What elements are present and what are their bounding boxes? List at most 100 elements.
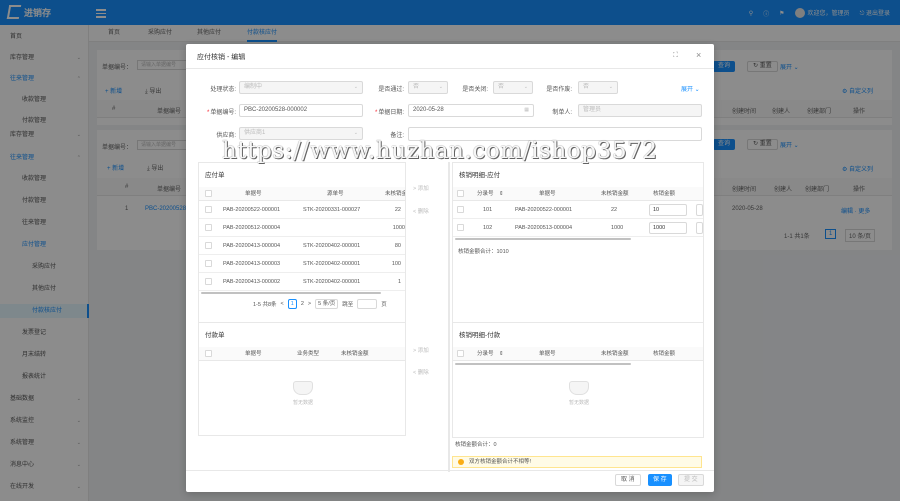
table-row[interactable]: PAB-20200512-000004 1000 bbox=[199, 219, 405, 237]
approved-label: 是否通过: bbox=[378, 87, 404, 93]
pager-page-1[interactable]: 1 bbox=[287, 299, 297, 309]
add-to-detail-button[interactable]: > 添加 bbox=[413, 184, 429, 192]
warning-text: 双方核销金额合计不相等! bbox=[469, 459, 532, 465]
row-checkbox[interactable] bbox=[205, 206, 212, 213]
table-cell: 102 bbox=[483, 225, 493, 231]
pager-prev[interactable]: < bbox=[281, 301, 284, 307]
select-all-checkbox[interactable] bbox=[457, 190, 464, 197]
billdate-label: *单据日期: bbox=[374, 110, 404, 116]
horizontal-scrollbar[interactable] bbox=[455, 238, 631, 240]
approved-select[interactable]: 否 ⌄ bbox=[408, 81, 448, 94]
remove-from-detail-button[interactable]: < 删除 bbox=[413, 207, 429, 215]
cancel-button[interactable]: 取 消 bbox=[615, 474, 641, 486]
row-checkbox[interactable] bbox=[205, 224, 212, 231]
billno-input[interactable]: PBC-20200528-000002 bbox=[239, 104, 363, 117]
billno-label: *单据编号: bbox=[206, 110, 236, 116]
empty-state: 暂无数据 bbox=[279, 381, 327, 406]
status-label: 处理状态: bbox=[210, 87, 236, 93]
table-cell: PAB-20200413-000004 bbox=[223, 243, 281, 249]
chevron-down-icon: ⌄ bbox=[438, 84, 443, 90]
divider bbox=[186, 68, 714, 69]
column-header: 单据号 bbox=[245, 351, 262, 357]
horizontal-scrollbar[interactable] bbox=[201, 292, 381, 294]
submit-button[interactable]: 提 交 bbox=[678, 474, 704, 486]
status-select[interactable]: 编制中 ⌄ bbox=[239, 81, 363, 94]
remove-payment-button[interactable]: < 删除 bbox=[413, 368, 429, 376]
column-header: 分录号 bbox=[477, 191, 494, 197]
pager-size-select[interactable]: 5 条/页 bbox=[315, 299, 339, 309]
table-row[interactable]: PAB-20200522-000001 STK-20200331-000027 … bbox=[199, 201, 405, 219]
column-header: 未核销金额 bbox=[601, 351, 629, 357]
table-cell: STK-20200402-000001 bbox=[303, 261, 361, 267]
fullscreen-icon[interactable]: ⛶ bbox=[673, 52, 678, 60]
pager-next[interactable]: > bbox=[308, 301, 311, 307]
table-header: 单据号 业务类型 未核销金额 bbox=[199, 347, 405, 361]
column-header: 未核销金额 bbox=[601, 191, 629, 197]
chevron-down-icon: ⌄ bbox=[353, 84, 358, 90]
expand-link[interactable]: 展开 ⌄ bbox=[681, 84, 700, 93]
column-header: 未核销金 bbox=[385, 191, 405, 197]
verify-amount-input[interactable]: 1000 bbox=[649, 222, 687, 234]
table-header: 分录号 ⇕ 单据号 未核销金额 核销金额 bbox=[453, 347, 703, 361]
table-header: 单据号 源单号 未核销金 bbox=[199, 187, 405, 201]
closed-label: 是否关闭: bbox=[462, 87, 488, 93]
payable-panel: 应付单 单据号 源单号 未核销金 PAB-20200522-000001 STK… bbox=[198, 162, 406, 332]
empty-box-icon bbox=[569, 381, 589, 395]
table-row[interactable]: 102 PAB-20200513-000004 1000 1000 bbox=[453, 219, 703, 237]
row-checkbox[interactable] bbox=[457, 206, 464, 213]
column-header: 未核销金额 bbox=[341, 351, 369, 357]
select-all-checkbox[interactable] bbox=[205, 190, 212, 197]
table-cell: 80 bbox=[394, 243, 401, 249]
table-cell: PAB-20200413-000002 bbox=[223, 279, 281, 285]
verify-amount-input[interactable]: 10 bbox=[649, 204, 687, 216]
table-cell: 100 bbox=[391, 261, 401, 267]
extra-input[interactable] bbox=[696, 204, 703, 216]
billdate-picker[interactable]: 2020-05-28 ▦ bbox=[408, 104, 534, 117]
column-header: 核销金额 bbox=[653, 191, 676, 197]
table-cell: PAB-20200522-000001 bbox=[515, 207, 573, 213]
close-icon[interactable]: × bbox=[696, 50, 701, 60]
row-checkbox[interactable] bbox=[457, 224, 464, 231]
creator-label: 制单人: bbox=[552, 110, 572, 116]
row-checkbox[interactable] bbox=[205, 278, 212, 285]
panel-title: 付款单 bbox=[205, 332, 225, 339]
horizontal-scrollbar[interactable] bbox=[455, 363, 631, 365]
sort-icon[interactable]: ⇕ bbox=[499, 187, 504, 201]
pager-jump-label: 跳至 bbox=[342, 302, 354, 308]
table-row[interactable]: PAB-20200413-000004 STK-20200402-000001 … bbox=[199, 237, 405, 255]
column-header: 单据号 bbox=[539, 351, 556, 357]
column-header: 源单号 bbox=[327, 191, 344, 197]
row-checkbox[interactable] bbox=[205, 260, 212, 267]
table-cell: PAB-20200512-000004 bbox=[223, 225, 281, 231]
table-row[interactable]: PAB-20200413-000003 STK-20200402-000001 … bbox=[199, 255, 405, 273]
table-cell: PAB-20200413-000003 bbox=[223, 261, 281, 267]
creator-input[interactable]: 管理员 bbox=[578, 104, 702, 117]
pager-jump-input[interactable] bbox=[357, 299, 378, 309]
pager-page-2[interactable]: 2 bbox=[301, 301, 304, 307]
row-checkbox[interactable] bbox=[205, 242, 212, 249]
table-row[interactable]: 101 PAB-20200522-000001 22 10 bbox=[453, 201, 703, 219]
table-cell: 1000 bbox=[392, 225, 405, 231]
empty-text: 暂无数据 bbox=[568, 400, 589, 406]
table-header: 分录号 ⇕ 单据号 未核销金额 核销金额 bbox=[453, 187, 703, 201]
divider bbox=[186, 470, 714, 471]
pager-total: 1-5 共8条 bbox=[253, 302, 277, 308]
extra-input[interactable] bbox=[696, 222, 703, 234]
splitter[interactable] bbox=[448, 162, 450, 472]
select-all-checkbox[interactable] bbox=[457, 350, 464, 357]
warning-icon bbox=[458, 459, 464, 465]
closed-select[interactable]: 否 ⌄ bbox=[493, 81, 533, 94]
column-header: 业务类型 bbox=[297, 351, 320, 357]
table-cell: STK-20200331-000027 bbox=[303, 207, 361, 213]
voided-select[interactable]: 否 ⌄ bbox=[578, 81, 618, 94]
column-header: 分录号 bbox=[477, 351, 494, 357]
payment-total: 核销金额合计：0 bbox=[455, 442, 497, 448]
sort-icon[interactable]: ⇕ bbox=[499, 347, 504, 361]
dialog-title: 应付核销 - 编辑 bbox=[197, 54, 246, 61]
warning-alert: 双方核销金额合计不相等! bbox=[452, 456, 702, 468]
add-payment-button[interactable]: > 添加 bbox=[413, 346, 429, 354]
table-cell: STK-20200402-000001 bbox=[303, 279, 361, 285]
select-all-checkbox[interactable] bbox=[205, 350, 212, 357]
table-row[interactable]: PAB-20200413-000002 STK-20200402-000001 … bbox=[199, 273, 405, 291]
save-button[interactable]: 保 存 bbox=[648, 474, 672, 486]
